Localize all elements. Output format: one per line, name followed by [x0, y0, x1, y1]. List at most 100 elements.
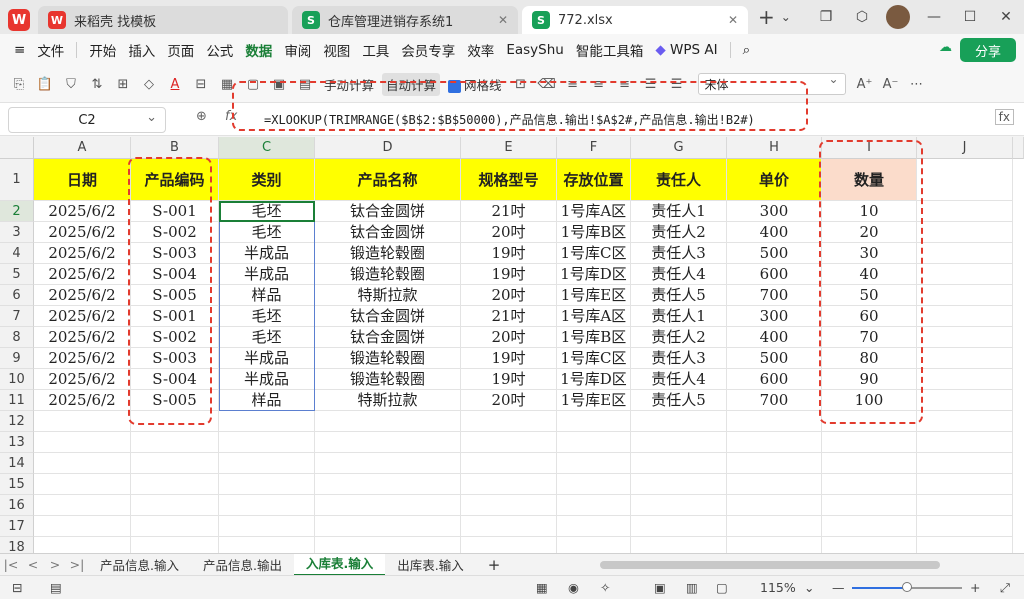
column-header-e[interactable]: E	[461, 137, 557, 159]
menu-review[interactable]: 审阅	[278, 40, 317, 60]
chevron-down-icon[interactable]: ⌄	[804, 580, 814, 595]
cell[interactable]	[917, 432, 1013, 453]
data-cell[interactable]: S-001	[131, 201, 219, 222]
column-header-g[interactable]: G	[631, 137, 727, 159]
data-cell[interactable]: 锻造轮毂圈	[315, 243, 461, 264]
data-cell[interactable]: 钛合金圆饼	[315, 327, 461, 348]
cell[interactable]	[822, 432, 917, 453]
data-cell[interactable]: 2025/6/2	[34, 390, 131, 411]
cell[interactable]	[461, 474, 557, 495]
cell[interactable]	[917, 411, 1013, 432]
data-cell[interactable]: 钛合金圆饼	[315, 201, 461, 222]
cell[interactable]	[219, 495, 315, 516]
first-sheet-icon[interactable]: |<	[0, 557, 22, 572]
clear-format-icon[interactable]: ⌫	[536, 73, 558, 95]
data-cell[interactable]: 1号库D区	[557, 369, 631, 390]
data-cell[interactable]: 20吋	[461, 327, 557, 348]
cell[interactable]	[917, 306, 1013, 327]
data-cell[interactable]: 19吋	[461, 264, 557, 285]
calc-mode-icon[interactable]: ▦	[536, 580, 548, 595]
cell[interactable]	[461, 453, 557, 474]
add-sheet-button[interactable]: +	[476, 556, 513, 574]
cell[interactable]	[557, 537, 631, 553]
fullscreen-icon[interactable]: ⤢	[1000, 580, 1010, 596]
data-cell[interactable]: 锻造轮毂圈	[315, 264, 461, 285]
cell[interactable]	[557, 495, 631, 516]
data-cell[interactable]: 2025/6/2	[34, 222, 131, 243]
menu-formula[interactable]: 公式	[200, 40, 239, 60]
data-cell[interactable]: 300	[727, 306, 822, 327]
data-cell[interactable]: 责任人3	[631, 348, 727, 369]
data-cell[interactable]: 20	[822, 222, 917, 243]
cell[interactable]	[557, 432, 631, 453]
data-cell[interactable]: 特斯拉款	[315, 285, 461, 306]
cell[interactable]	[917, 537, 1013, 553]
filter-icon[interactable]: ⛉	[60, 73, 82, 95]
align-right-icon[interactable]: ≡	[614, 73, 636, 95]
cell[interactable]	[727, 411, 822, 432]
cell[interactable]	[727, 516, 822, 537]
data-cell[interactable]: 80	[822, 348, 917, 369]
data-cell[interactable]: 毛坯	[219, 327, 315, 348]
name-box[interactable]: C2	[8, 107, 166, 133]
data-cell[interactable]: 20吋	[461, 390, 557, 411]
align-top-icon[interactable]: ☰	[640, 73, 662, 95]
row-header-10[interactable]: 10	[0, 369, 34, 390]
cell[interactable]	[219, 411, 315, 432]
cell[interactable]	[631, 537, 727, 553]
data-cell[interactable]: S-003	[131, 243, 219, 264]
data-cell[interactable]: 责任人5	[631, 285, 727, 306]
data-cell[interactable]: 2025/6/2	[34, 348, 131, 369]
align-left-icon[interactable]: ≡	[562, 73, 584, 95]
horizontal-scrollbar[interactable]	[600, 561, 940, 569]
header-cell[interactable]: 单价	[727, 159, 822, 201]
data-cell[interactable]: 70	[822, 327, 917, 348]
header-cell[interactable]: 数量	[822, 159, 917, 201]
cell[interactable]	[822, 516, 917, 537]
cell[interactable]	[631, 453, 727, 474]
row-header-6[interactable]: 6	[0, 285, 34, 306]
cell[interactable]	[219, 453, 315, 474]
sheet-tab-inbound-input[interactable]: 入库表.输入	[293, 553, 386, 576]
row-header-2[interactable]: 2	[0, 201, 34, 222]
sheet-tab-outbound-input[interactable]: 出库表.输入	[385, 555, 475, 574]
cell[interactable]	[461, 432, 557, 453]
cell[interactable]	[631, 516, 727, 537]
cell[interactable]	[917, 390, 1013, 411]
cell[interactable]	[917, 327, 1013, 348]
layout-icon[interactable]: ▤	[294, 73, 316, 95]
cell[interactable]	[917, 222, 1013, 243]
data-cell[interactable]: 责任人2	[631, 327, 727, 348]
font-size-up-icon[interactable]: A⁺	[854, 73, 876, 95]
align-center-icon[interactable]: ≡	[588, 73, 610, 95]
cell[interactable]	[131, 453, 219, 474]
data-cell[interactable]: 100	[822, 390, 917, 411]
menu-tools[interactable]: 工具	[356, 40, 395, 60]
data-cell[interactable]: 19吋	[461, 348, 557, 369]
data-cell[interactable]: 90	[822, 369, 917, 390]
spreadsheet-grid[interactable]: A B C D E F G H I J 1 2 3 4 5 6 7 8 9 10 11 12 13 14 15 16 17 18 日期产…	[0, 137, 1024, 553]
cell[interactable]	[131, 537, 219, 553]
data-cell[interactable]: 2025/6/2	[34, 327, 131, 348]
cell[interactable]	[917, 243, 1013, 264]
data-cell[interactable]: 19吋	[461, 243, 557, 264]
cell[interactable]	[461, 516, 557, 537]
cell[interactable]	[917, 264, 1013, 285]
data-cell[interactable]: 2025/6/2	[34, 243, 131, 264]
cell[interactable]	[315, 516, 461, 537]
cell[interactable]	[822, 537, 917, 553]
data-cell[interactable]: 400	[727, 222, 822, 243]
freeze-icon[interactable]: ⊡	[510, 73, 532, 95]
row-header-15[interactable]: 15	[0, 474, 34, 495]
data-cell[interactable]: S-004	[131, 264, 219, 285]
data-cell[interactable]: 60	[822, 306, 917, 327]
tab-772-xlsx[interactable]: S 772.xlsx ✕	[522, 6, 748, 34]
cell[interactable]	[631, 474, 727, 495]
cell[interactable]	[822, 495, 917, 516]
data-cell[interactable]: 600	[727, 369, 822, 390]
header-cell[interactable]: 存放位置	[557, 159, 631, 201]
column-header-c[interactable]: C	[219, 137, 315, 159]
table-icon[interactable]: ▦	[216, 73, 238, 95]
menu-file[interactable]: 文件	[31, 40, 70, 60]
row-header-3[interactable]: 3	[0, 222, 34, 243]
